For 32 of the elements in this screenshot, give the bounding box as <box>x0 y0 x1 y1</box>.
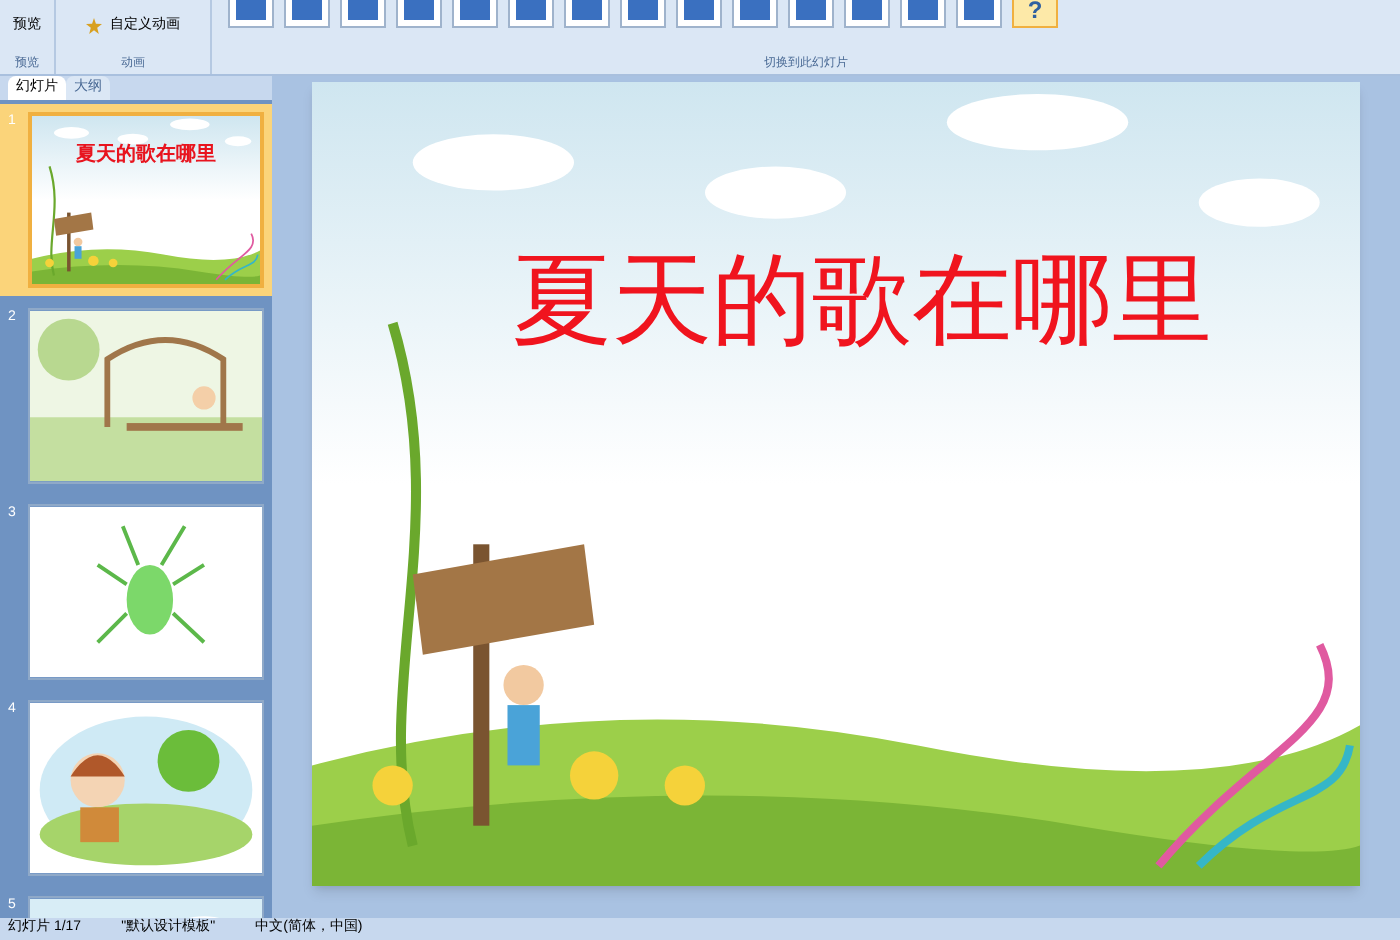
transition-icon <box>964 0 994 20</box>
transition-option[interactable] <box>340 0 386 28</box>
transition-icon <box>628 0 658 20</box>
transition-option[interactable] <box>564 0 610 28</box>
transition-option[interactable] <box>844 0 890 28</box>
transition-option[interactable]: ? <box>1012 0 1058 28</box>
transition-option[interactable] <box>732 0 778 28</box>
transition-option[interactable] <box>284 0 330 28</box>
transition-option[interactable] <box>620 0 666 28</box>
transition-option[interactable] <box>956 0 1002 28</box>
transition-icon <box>908 0 938 20</box>
transition-option[interactable] <box>900 0 946 28</box>
transition-icon <box>852 0 882 20</box>
slide-title: 夏天的歌在哪里 <box>512 242 1214 360</box>
transition-icon <box>292 0 322 20</box>
transition-icon <box>740 0 770 20</box>
transition-icon <box>236 0 266 20</box>
transition-option[interactable] <box>788 0 834 28</box>
transition-icon <box>796 0 826 20</box>
transition-option[interactable] <box>508 0 554 28</box>
transition-option[interactable] <box>228 0 274 28</box>
transition-icon <box>684 0 714 20</box>
transition-icon <box>572 0 602 20</box>
star-icon <box>86 18 102 35</box>
thumbnail-title: 夏天的歌在哪里 <box>74 141 218 170</box>
transition-option[interactable] <box>452 0 498 28</box>
transition-icon <box>404 0 434 20</box>
transition-icon <box>516 0 546 20</box>
transition-icon <box>460 0 490 20</box>
transition-option[interactable] <box>396 0 442 28</box>
transition-option[interactable] <box>676 0 722 28</box>
transition-icon <box>348 0 378 20</box>
